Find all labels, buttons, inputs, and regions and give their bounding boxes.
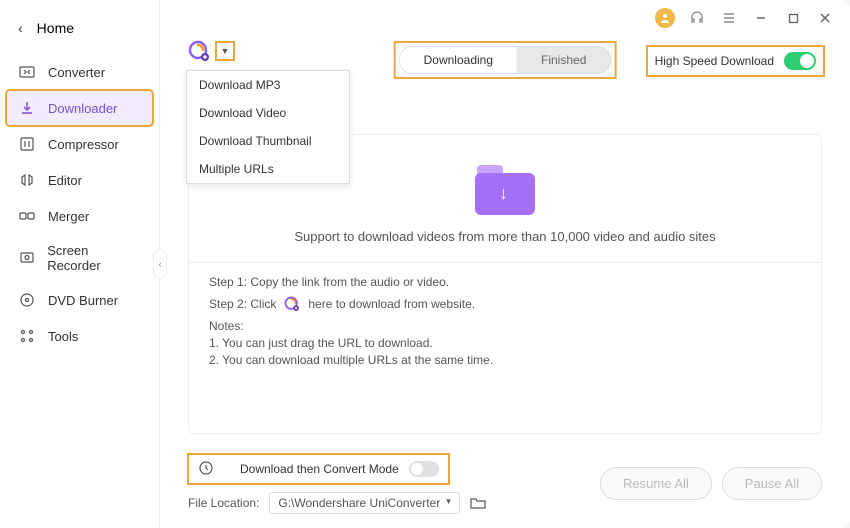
convert-mode: Download then Convert Mode: [188, 454, 449, 484]
hsd-label: High Speed Download: [655, 54, 774, 68]
file-location-select[interactable]: G:\Wondershare UniConverter ▾: [269, 492, 459, 514]
tools-icon: [18, 327, 36, 345]
sidebar-item-downloader[interactable]: Downloader: [6, 90, 153, 126]
tab-finished[interactable]: Finished: [517, 47, 610, 73]
clock-icon: [198, 460, 216, 478]
app-window: ‹ Home Converter Downloader Compressor E…: [0, 0, 850, 528]
sidebar-item-label: Editor: [48, 173, 82, 188]
home-label: Home: [37, 20, 74, 36]
step2: Step 2: Click here to download from webs…: [209, 295, 801, 313]
editor-icon: [18, 171, 36, 189]
download-folder-icon: ↓: [471, 159, 539, 215]
maximize-icon[interactable]: [780, 5, 806, 31]
chevron-left-icon: ‹: [18, 20, 23, 36]
step2-post: here to download from website.: [308, 297, 475, 311]
downloader-icon: [18, 99, 36, 117]
pause-all-button[interactable]: Pause All: [722, 467, 822, 500]
notes-label: Notes:: [209, 319, 801, 333]
home-button[interactable]: ‹ Home: [0, 8, 159, 48]
hsd-toggle[interactable]: [784, 52, 816, 70]
add-download-mini-icon[interactable]: [283, 295, 301, 313]
file-location-label: File Location:: [188, 496, 259, 510]
sidebar-item-converter[interactable]: Converter: [0, 54, 159, 90]
sidebar: ‹ Home Converter Downloader Compressor E…: [0, 0, 160, 528]
step2-pre: Step 2: Click: [209, 297, 276, 311]
steps: Step 1: Copy the link from the audio or …: [189, 262, 821, 370]
dropdown-caret[interactable]: ▼: [216, 42, 234, 60]
support-text: Support to download videos from more tha…: [294, 229, 715, 244]
tab-downloading[interactable]: Downloading: [400, 47, 517, 73]
sidebar-item-compressor[interactable]: Compressor: [0, 126, 159, 162]
convert-mode-label: Download then Convert Mode: [240, 462, 399, 476]
sidebar-item-editor[interactable]: Editor: [0, 162, 159, 198]
note1: 1. You can just drag the URL to download…: [209, 336, 801, 350]
sidebar-item-label: Merger: [48, 209, 89, 224]
chevron-down-icon: ▾: [446, 496, 451, 510]
close-icon[interactable]: [812, 5, 838, 31]
converter-icon: [18, 63, 36, 81]
note2: 2. You can download multiple URLs at the…: [209, 353, 801, 367]
footer-buttons: Resume All Pause All: [600, 467, 822, 500]
main-area: ‹ ▼ Download MP3 Download Video Download…: [160, 0, 850, 528]
resume-all-button[interactable]: Resume All: [600, 467, 712, 500]
file-location-value: G:\Wondershare UniConverter: [278, 496, 440, 510]
convert-mode-toggle[interactable]: [409, 461, 439, 477]
dropdown-item-video[interactable]: Download Video: [187, 99, 349, 127]
sidebar-items: Converter Downloader Compressor Editor M…: [0, 54, 159, 354]
sidebar-item-dvd-burner[interactable]: DVD Burner: [0, 282, 159, 318]
folder-open-icon[interactable]: [470, 496, 486, 510]
sidebar-item-tools[interactable]: Tools: [0, 318, 159, 354]
dvd-burner-icon: [18, 291, 36, 309]
sidebar-item-label: Screen Recorder: [47, 243, 141, 273]
sidebar-item-merger[interactable]: Merger: [0, 198, 159, 234]
titlebar: [160, 0, 850, 36]
notes: Notes: 1. You can just drag the URL to d…: [209, 319, 801, 367]
sidebar-item-label: Tools: [48, 329, 78, 344]
dropdown-item-multiple[interactable]: Multiple URLs: [187, 155, 349, 183]
high-speed-download: High Speed Download: [647, 46, 824, 76]
merger-icon: [18, 207, 36, 225]
sidebar-item-label: DVD Burner: [48, 293, 118, 308]
headset-icon[interactable]: [684, 5, 710, 31]
sidebar-item-label: Converter: [48, 65, 105, 80]
compressor-icon: [18, 135, 36, 153]
dropdown-menu: Download MP3 Download Video Download Thu…: [186, 70, 350, 184]
minimize-icon[interactable]: [748, 5, 774, 31]
sidebar-item-label: Compressor: [48, 137, 119, 152]
sidebar-item-screen-recorder[interactable]: Screen Recorder: [0, 234, 159, 282]
tabs-container: Downloading Finished: [395, 42, 616, 78]
dropdown-item-mp3[interactable]: Download MP3: [187, 71, 349, 99]
tabs: Downloading Finished: [399, 46, 612, 74]
dropdown-item-thumbnail[interactable]: Download Thumbnail: [187, 127, 349, 155]
sidebar-collapse-handle[interactable]: ‹: [153, 249, 167, 279]
step1: Step 1: Copy the link from the audio or …: [209, 275, 801, 289]
avatar-icon[interactable]: [652, 5, 678, 31]
footer: Download then Convert Mode File Location…: [160, 448, 850, 528]
menu-icon[interactable]: [716, 5, 742, 31]
screen-recorder-icon: [18, 249, 35, 267]
sidebar-item-label: Downloader: [48, 101, 117, 116]
add-download-icon[interactable]: [188, 40, 210, 62]
